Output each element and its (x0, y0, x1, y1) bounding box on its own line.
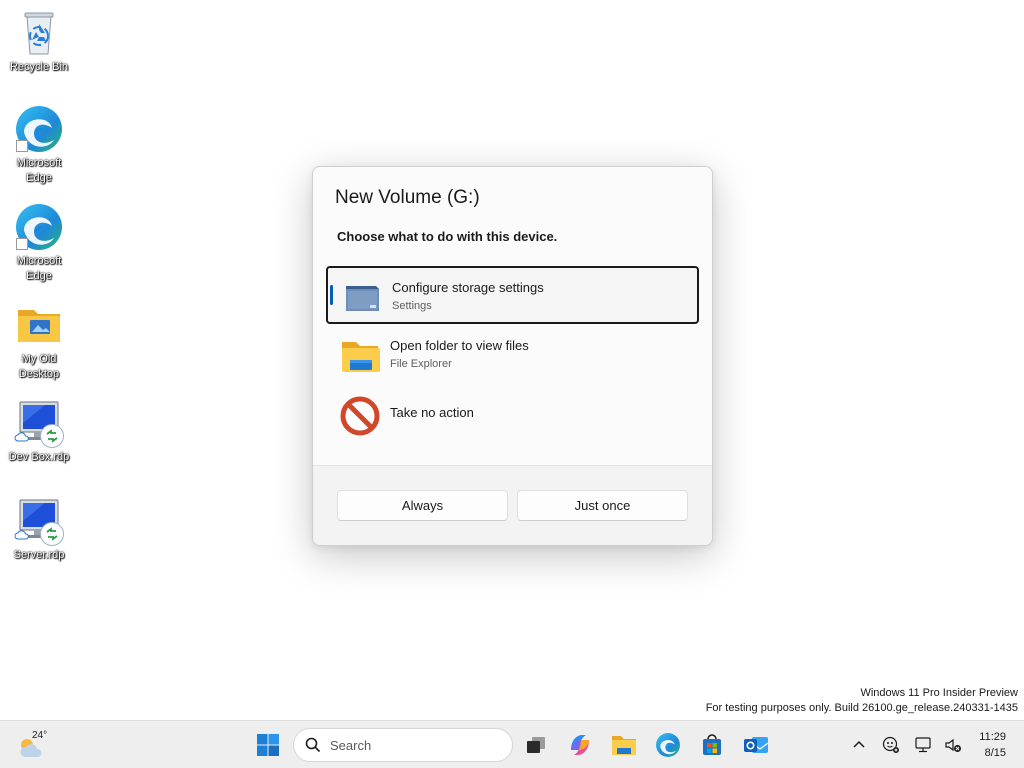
desktop-icon-microsoft-edge-2[interactable]: Microsoft Edge (4, 202, 74, 284)
copilot-button[interactable] (564, 729, 596, 761)
system-clock[interactable]: 11:29 8/15 (979, 729, 1006, 761)
edge-taskbar-button[interactable] (652, 729, 684, 761)
no-action-icon (340, 396, 380, 436)
volume-tray-button[interactable] (942, 734, 964, 756)
taskbar: 24° Search 11:29 8/15 (0, 720, 1024, 768)
chevron-up-icon (853, 740, 865, 748)
search-placeholder: Search (330, 738, 372, 753)
accessibility-icon (882, 736, 899, 753)
clock-date: 8/15 (984, 747, 1006, 759)
shortcut-arrow-icon (16, 140, 28, 152)
always-button[interactable]: Always (337, 490, 508, 521)
folder-icon (14, 300, 64, 350)
remote-connection-badge-icon (40, 522, 64, 546)
option-title: Open folder to view files (390, 338, 529, 353)
file-explorer-folder-icon (340, 338, 380, 374)
store-icon (703, 734, 721, 755)
edge-icon (656, 733, 680, 757)
store-button[interactable] (696, 729, 728, 761)
windows-watermark: Windows 11 Pro Insider Preview For testi… (706, 686, 1018, 716)
option-open-folder-to-view-files[interactable]: Open folder to view files File Explorer (326, 326, 699, 384)
recycle-bin-icon (14, 8, 64, 58)
outlook-icon (744, 737, 769, 753)
option-take-no-action[interactable]: Take no action (326, 386, 699, 444)
watermark-line-2: For testing purposes only. Build 26100.g… (705, 702, 1018, 714)
storage-drive-icon (342, 280, 382, 316)
file-explorer-icon (612, 736, 636, 755)
autoplay-dialog: New Volume (G:) Choose what to do with t… (312, 166, 713, 546)
option-title: Take no action (390, 405, 474, 420)
show-hidden-icons-button[interactable] (848, 734, 870, 756)
copilot-icon (571, 735, 589, 755)
network-icon (915, 737, 931, 753)
desktop-icon-dev-box-rdp[interactable]: Dev Box.rdp (4, 398, 74, 465)
remote-desktop-icon (14, 496, 64, 546)
desktop-icon-label: Server.rdp (13, 549, 65, 561)
search-icon (305, 737, 321, 753)
desktop-icon-recycle-bin[interactable]: Recycle Bin (4, 8, 74, 75)
remote-desktop-icon (14, 398, 64, 448)
weather-temperature: 24° (32, 730, 48, 741)
desktop-icon-label: Recycle Bin (9, 61, 69, 73)
desktop-icon-my-old-desktop[interactable]: My Old Desktop (4, 300, 74, 382)
dialog-body: New Volume (G:) Choose what to do with t… (313, 167, 712, 465)
option-subtitle: Settings (392, 300, 432, 312)
option-configure-storage-settings[interactable]: Configure storage settings Settings (326, 266, 699, 324)
file-explorer-button[interactable] (608, 729, 640, 761)
desktop-icon-microsoft-edge[interactable]: Microsoft Edge (4, 104, 74, 186)
volume-muted-icon (945, 738, 961, 752)
remote-connection-badge-icon (40, 424, 64, 448)
dialog-footer: Always Just once (313, 465, 712, 545)
task-view-button[interactable] (520, 729, 552, 761)
shortcut-arrow-icon (16, 238, 28, 250)
desktop-icon-label: Microsoft Edge (16, 157, 62, 184)
just-once-button[interactable]: Just once (517, 490, 688, 521)
cloud-sync-icon (14, 528, 30, 546)
option-subtitle: File Explorer (390, 358, 452, 370)
weather-widget[interactable]: 24° (18, 729, 58, 761)
start-button[interactable] (252, 729, 284, 761)
desktop-icon-label: Dev Box.rdp (8, 451, 70, 463)
option-title: Configure storage settings (392, 280, 544, 295)
desktop-icon-label: My Old Desktop (18, 353, 60, 380)
desktop-icon-label: Microsoft Edge (16, 255, 62, 282)
clock-time: 11:29 (979, 731, 1006, 743)
edge-icon (14, 202, 64, 252)
outlook-button[interactable] (740, 729, 772, 761)
selection-indicator (330, 285, 333, 305)
accessibility-tray-button[interactable] (880, 734, 902, 756)
desktop-icon-server-rdp[interactable]: Server.rdp (4, 496, 74, 563)
dialog-subtitle: Choose what to do with this device. (337, 229, 558, 244)
network-tray-button[interactable] (912, 734, 934, 756)
taskbar-search[interactable]: Search (293, 728, 513, 762)
cloud-sync-icon (14, 430, 30, 448)
watermark-line-1: Windows 11 Pro Insider Preview (860, 687, 1018, 699)
edge-icon (14, 104, 64, 154)
start-icon (257, 734, 279, 756)
task-view-icon (527, 737, 545, 753)
dialog-title: New Volume (G:) (335, 187, 480, 208)
